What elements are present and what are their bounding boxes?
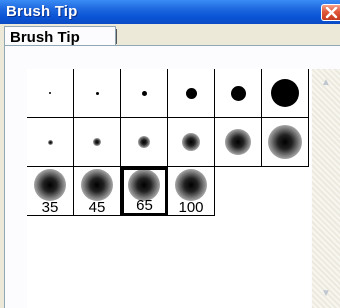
brush-preview-icon [182,133,200,151]
brush-tip-cell[interactable] [262,118,309,167]
window-title: Brush Tip [6,3,78,20]
brush-preview-icon [225,129,251,155]
title-bar[interactable]: Brush Tip [0,0,340,24]
brush-preview-icon [81,169,113,201]
brush-tip-cell[interactable] [215,69,262,118]
brush-tip-cell[interactable] [215,118,262,167]
brush-tip-cell[interactable] [168,69,215,118]
brush-tip-cell[interactable] [74,118,121,167]
tab-strip: Brush Tip [0,24,340,48]
brush-size-label: 100 [178,199,204,216]
brush-tip-cell[interactable]: 65 [121,167,168,216]
brush-tip-cell[interactable] [27,69,74,118]
brush-tip-cell[interactable] [27,118,74,167]
brush-preview-icon [141,90,147,96]
brush-tip-window: Brush Tip Brush Tip 35 45 65 100 ▲ ▼ [0,0,340,308]
tab-label: Brush Tip [10,29,80,46]
scroll-up-button[interactable]: ▲ [312,72,340,94]
brush-tip-cell[interactable] [121,118,168,167]
brush-preview-icon [185,87,197,99]
tab-separator [116,29,117,44]
brush-preview-icon [47,139,53,145]
brush-preview-icon [49,92,51,94]
brush-tip-cell[interactable] [168,118,215,167]
brush-preview-icon [230,85,246,101]
brush-tip-cell[interactable]: 100 [168,167,215,216]
brush-tip-cell[interactable] [121,69,168,118]
vertical-scrollbar[interactable]: ▲ ▼ [312,69,340,308]
scroll-down-icon: ▼ [321,288,331,299]
scroll-up-icon: ▲ [321,77,331,88]
brush-tip-cell[interactable] [262,69,309,118]
brush-tip-cell[interactable] [74,69,121,118]
brush-size-label: 65 [136,197,153,214]
brush-tip-cell[interactable]: 45 [74,167,121,216]
brush-preview-icon [95,91,99,95]
brush-preview-icon [268,125,302,159]
brush-size-label: 35 [41,199,59,216]
brush-preview-icon [93,138,101,146]
scroll-down-button[interactable]: ▼ [312,283,340,305]
brush-preview-icon [271,79,299,107]
brush-tip-cell[interactable]: 35 [27,167,74,216]
brush-size-label: 45 [88,199,106,216]
close-icon [325,7,338,19]
close-button[interactable] [321,4,340,21]
brush-preview-icon [175,169,207,201]
brush-preview-icon [34,169,66,201]
brush-preview-icon [138,136,150,148]
